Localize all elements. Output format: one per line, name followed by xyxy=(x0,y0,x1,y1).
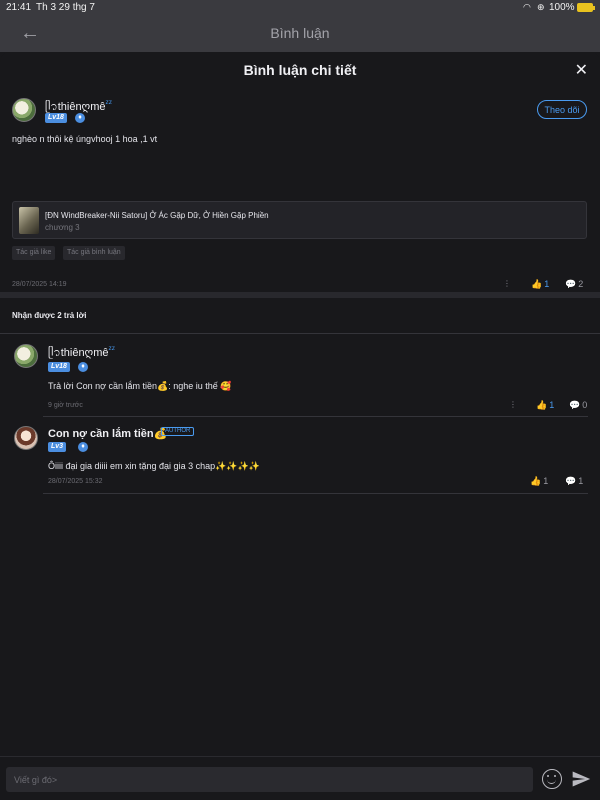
like-count: 1 xyxy=(543,476,549,486)
comment-input-bar xyxy=(0,756,600,800)
status-bar: 21:41 Th 3 29 thg 7 ◠ ⊕ 100% xyxy=(0,0,600,16)
story-cover-image xyxy=(19,207,39,234)
wifi-icon: ◠ xyxy=(523,2,531,12)
comment-bubble-icon: 💬 xyxy=(569,400,581,410)
reply-username[interactable]: ᥫ᭡thiênღmêᶻᶻ xyxy=(48,344,115,364)
level-badge: Lv3 xyxy=(48,442,67,452)
avatar[interactable] xyxy=(14,344,38,368)
reply-timestamp: 9 giờ trước xyxy=(48,402,83,409)
comment-button[interactable]: 💬 2 xyxy=(565,279,583,290)
like-button[interactable]: 👍 1 xyxy=(531,279,549,290)
divider xyxy=(0,333,600,334)
page-header: ← Bình luận xyxy=(0,16,600,52)
story-card[interactable]: [ĐN WindBreaker-Nii Satoru] Ở Ác Gặp Dữ,… xyxy=(12,201,587,239)
thumbs-up-icon: 👍 xyxy=(530,476,542,486)
battery-percent: 100% xyxy=(549,2,575,13)
comment-count: 2 xyxy=(578,279,584,289)
reply-text: Ôiiii đại gia diiii em xin tặng đại gia … xyxy=(48,461,260,471)
username-text: ᥫ᭡thiênღmê xyxy=(48,347,109,359)
more-options-icon[interactable]: ⋮ xyxy=(503,279,511,288)
comment-button[interactable]: 💬 0 xyxy=(569,400,587,411)
reply-text: Trả lời Con nợ cần lắm tiền💰: nghe iu th… xyxy=(48,381,232,391)
comment-input[interactable] xyxy=(6,767,533,792)
reply-timestamp: 28/07/2025 15:32 xyxy=(48,478,103,485)
page-title: Bình luận xyxy=(270,25,330,41)
reply-username[interactable]: Con nợ cần lắm tiền💰 xyxy=(48,427,167,440)
rotation-lock-icon: ⊕ xyxy=(537,2,545,12)
username-suffix: ᶻᶻ xyxy=(105,98,112,108)
like-button[interactable]: 👍 1 xyxy=(536,400,554,411)
microphone-icon: ♦ xyxy=(78,442,88,452)
story-title: [ĐN WindBreaker-Nii Satoru] Ở Ác Gặp Dữ,… xyxy=(45,211,269,220)
avatar[interactable] xyxy=(12,98,36,122)
follow-button[interactable]: Theo dõi xyxy=(537,100,587,119)
more-options-icon[interactable]: ⋮ xyxy=(509,400,517,409)
comment-count: 0 xyxy=(582,400,588,410)
comment-bubble-icon: 💬 xyxy=(565,279,577,289)
send-icon[interactable] xyxy=(571,769,591,789)
like-count: 1 xyxy=(544,279,550,289)
level-badge: Lv18 xyxy=(48,362,70,372)
close-icon[interactable]: ✕ xyxy=(575,60,588,80)
level-badge: Lv18 xyxy=(45,113,67,123)
battery-icon xyxy=(577,3,595,12)
like-button[interactable]: 👍 1 xyxy=(530,476,548,487)
username-text: ᥫ᭡thiênღmê xyxy=(45,101,106,113)
thumbs-up-icon: 👍 xyxy=(531,279,543,289)
comment-detail-sheet: Bình luận chi tiết ✕ ᥫ᭡thiênღmêᶻᶻ Lv18 ♦… xyxy=(0,52,600,800)
comment-count: 1 xyxy=(578,476,584,486)
avatar[interactable] xyxy=(14,426,38,450)
status-time: 21:41 xyxy=(6,2,32,13)
microphone-icon: ♦ xyxy=(75,113,85,123)
divider xyxy=(43,493,588,494)
status-date: Th 3 29 thg 7 xyxy=(36,2,95,13)
section-divider xyxy=(0,292,600,298)
story-chapter: chương 3 xyxy=(45,223,80,232)
comment-button[interactable]: 💬 1 xyxy=(565,476,583,487)
thumbs-up-icon: 👍 xyxy=(536,400,548,410)
comment-timestamp: 28/07/2025 14:19 xyxy=(12,281,67,288)
divider xyxy=(43,416,588,417)
comment-bubble-icon: 💬 xyxy=(565,476,577,486)
username-suffix: ᶻᶻ xyxy=(108,344,115,354)
emoji-icon[interactable] xyxy=(542,769,562,789)
tag-author-like: Tác giả like xyxy=(12,246,56,260)
sheet-header: Bình luận chi tiết ✕ xyxy=(0,52,600,88)
tag-author-comment: Tác giả bình luận xyxy=(63,246,125,260)
sheet-title: Bình luận chi tiết xyxy=(243,62,357,78)
like-count: 1 xyxy=(549,400,555,410)
replies-heading: Nhận được 2 trả lời xyxy=(12,311,87,320)
microphone-icon: ♦ xyxy=(78,362,88,372)
author-badge: AUTHOR xyxy=(161,427,195,436)
comment-text: nghèo n thôi kệ úngvhooj 1 hoa ,1 vt xyxy=(12,134,158,144)
